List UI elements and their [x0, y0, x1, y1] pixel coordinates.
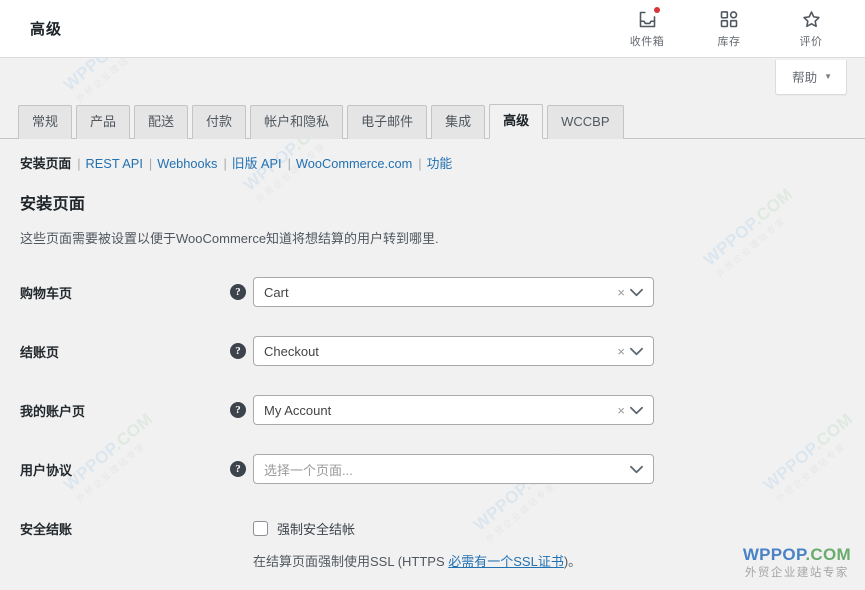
- subnav-separator: |: [77, 156, 81, 171]
- subnav-item-1[interactable]: REST API: [86, 156, 143, 171]
- ssl-desc-after: )。: [563, 554, 582, 569]
- page-select-value: My Account: [264, 402, 332, 418]
- inbox-notification-dot: [654, 7, 660, 13]
- form-row: 购物车页? Cart ×: [20, 263, 845, 322]
- field-label: 购物车页: [20, 286, 73, 301]
- chevron-down-icon[interactable]: [628, 455, 644, 483]
- field-wrap: ? Checkout ×: [230, 336, 845, 366]
- chevron-down-icon: ▼: [824, 71, 832, 81]
- secure-checkout-cell: 强制安全结帐在结算页面强制使用SSL (HTTPS 必需有一个SSL证书)。: [230, 499, 845, 584]
- header-action-inventory[interactable]: 库存: [703, 8, 755, 49]
- field-label: 用户协议: [20, 463, 73, 478]
- field-wrap: ? My Account ×: [230, 395, 845, 425]
- page-select-value: 选择一个页面...: [264, 462, 353, 478]
- help-circle-icon[interactable]: ?: [230, 284, 246, 300]
- form-row: 我的账户页? My Account ×: [20, 381, 845, 440]
- subnav-item-0: 安装页面: [20, 156, 72, 171]
- main-content: 安装页面 这些页面需要被设置以便于WooCommerce知道将想结算的用户转到哪…: [0, 190, 865, 584]
- subnav-separator: |: [287, 156, 291, 171]
- tab-2[interactable]: 配送: [134, 105, 189, 139]
- header-actions: 收件箱 库存 评价: [621, 7, 847, 49]
- field-cell: ? My Account ×: [230, 381, 845, 440]
- clear-selection-icon[interactable]: ×: [617, 278, 625, 306]
- subnav-separator: |: [223, 156, 227, 171]
- inbox-icon: [636, 7, 660, 30]
- settings-tabs: 常规 产品 配送 付款 帐户和隐私 电子邮件 集成 高级 WCCBP: [0, 102, 865, 139]
- form-row: 用户协议? 选择一个页面...: [20, 440, 845, 499]
- header-action-label: 库存: [717, 36, 741, 48]
- header-action-inbox[interactable]: 收件箱: [621, 7, 673, 49]
- help-circle-icon[interactable]: ?: [230, 343, 246, 359]
- force-secure-checkout-control[interactable]: 强制安全结帐: [253, 517, 845, 538]
- header-action-reviews[interactable]: 评价: [785, 8, 837, 49]
- help-circle-icon[interactable]: ?: [230, 402, 246, 418]
- help-button[interactable]: 帮助 ▼: [775, 60, 847, 95]
- force-secure-checkout-label[interactable]: 强制安全结帐: [277, 519, 355, 538]
- app-header: 高级 收件箱 库存 评价: [0, 0, 865, 58]
- section-description: 这些页面需要被设置以便于WooCommerce知道将想结算的用户转到哪里.: [20, 231, 439, 246]
- clear-selection-icon[interactable]: ×: [617, 337, 625, 365]
- tab-8[interactable]: WCCBP: [547, 105, 624, 139]
- page-select-value: Cart: [264, 284, 289, 300]
- inventory-icon: [718, 8, 740, 30]
- section-title: 安装页面: [20, 196, 86, 213]
- subnav-item-4[interactable]: WooCommerce.com: [296, 156, 412, 171]
- chevron-down-icon[interactable]: [628, 278, 644, 306]
- secure-checkout-description: 在结算页面强制使用SSL (HTTPS 必需有一个SSL证书)。: [253, 551, 845, 570]
- tab-3[interactable]: 付款: [192, 105, 247, 139]
- secure-checkout-row: 安全结账 强制安全结帐在结算页面强制使用SSL (HTTPS 必需有一个SSL证书…: [20, 499, 845, 584]
- secure-checkout-label: 安全结账: [20, 522, 73, 537]
- page-select-0[interactable]: Cart ×: [253, 277, 654, 307]
- subnav-separator: |: [418, 156, 422, 171]
- help-circle-icon[interactable]: ?: [230, 461, 246, 477]
- setup-pages-form: 购物车页? Cart × 结账页? Checkout × 我的账户页? My Account ×…: [20, 263, 845, 584]
- tab-5[interactable]: 电子邮件: [347, 105, 428, 139]
- header-action-label: 收件箱: [629, 36, 665, 48]
- field-cell: ? Checkout ×: [230, 322, 845, 381]
- subnav-separator: |: [148, 156, 153, 171]
- form-row: 结账页? Checkout ×: [20, 322, 845, 381]
- tab-0[interactable]: 常规: [18, 105, 73, 139]
- help-row: 帮助 ▼: [0, 58, 865, 98]
- clear-selection-icon[interactable]: ×: [617, 396, 625, 424]
- chevron-down-icon[interactable]: [628, 396, 644, 424]
- field-label: 我的账户页: [20, 404, 86, 419]
- ssl-certificate-link[interactable]: 必需有一个SSL证书: [448, 554, 564, 569]
- page-select-3[interactable]: 选择一个页面...: [253, 454, 654, 484]
- field-cell: ? 选择一个页面...: [230, 440, 845, 499]
- help-button-label: 帮助: [792, 71, 818, 85]
- page-select-2[interactable]: My Account ×: [253, 395, 654, 425]
- subnav: 安装页面 | REST API | Webhooks | 旧版 API | WooCommerc…: [0, 139, 865, 172]
- subnav-item-2[interactable]: Webhooks: [157, 156, 217, 171]
- tab-7[interactable]: 高级: [489, 104, 544, 139]
- ssl-desc-before: 在结算页面强制使用SSL (HTTPS: [253, 554, 449, 569]
- field-cell: ? Cart ×: [230, 263, 845, 322]
- page-select-value: Checkout: [264, 343, 319, 359]
- field-wrap: ? Cart ×: [230, 277, 845, 307]
- page-select-1[interactable]: Checkout ×: [253, 336, 654, 366]
- subnav-item-5[interactable]: 功能: [427, 153, 453, 172]
- page-title: 高级: [30, 21, 63, 38]
- tab-4[interactable]: 帐户和隐私: [250, 105, 344, 139]
- field-wrap: ? 选择一个页面...: [230, 454, 845, 484]
- star-icon: [800, 8, 822, 30]
- force-secure-checkout-checkbox[interactable]: [253, 521, 268, 536]
- chevron-down-icon[interactable]: [628, 337, 644, 365]
- header-action-label: 评价: [799, 36, 823, 48]
- tab-6[interactable]: 集成: [431, 105, 486, 139]
- subnav-item-3[interactable]: 旧版 API: [232, 153, 282, 172]
- field-label: 结账页: [20, 345, 60, 360]
- tab-1[interactable]: 产品: [76, 105, 131, 139]
